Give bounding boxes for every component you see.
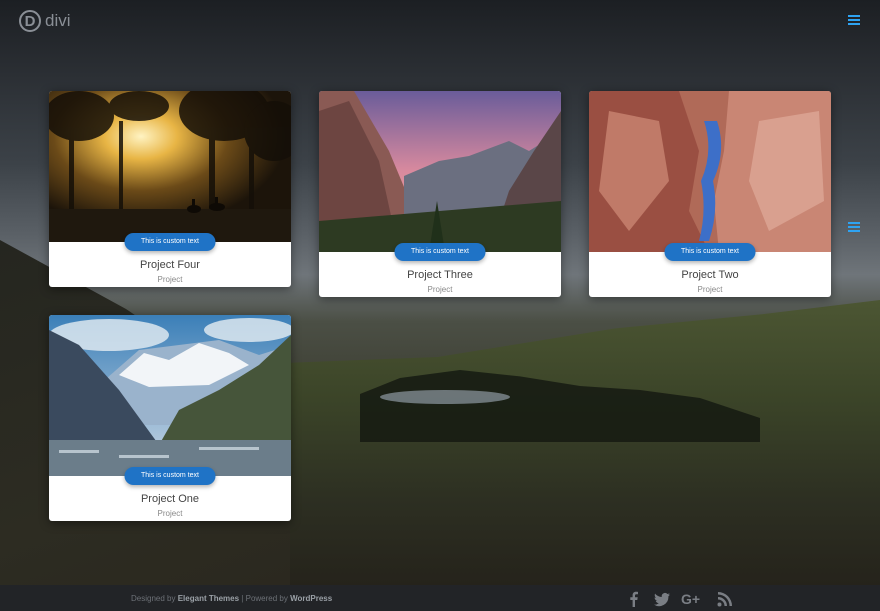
- logo-text: divi: [45, 11, 71, 30]
- background-lake: [380, 390, 510, 404]
- side-menu-icon[interactable]: [848, 222, 860, 232]
- red-rock-canyon-photo[interactable]: [589, 91, 831, 252]
- project-title[interactable]: Project Four: [49, 259, 291, 271]
- project-category[interactable]: Project: [49, 275, 291, 284]
- custom-text-button[interactable]: This is custom text: [394, 243, 486, 261]
- project-title[interactable]: Project Three: [319, 269, 561, 281]
- twitter-icon[interactable]: [654, 591, 670, 607]
- svg-text:G+: G+: [681, 591, 700, 607]
- powered-by-text: | Powered by: [239, 594, 291, 603]
- hamburger-icon[interactable]: [848, 15, 860, 25]
- elegant-themes-link[interactable]: Elegant Themes: [178, 594, 239, 603]
- designed-by-text: Designed by: [131, 594, 176, 603]
- wordpress-link[interactable]: WordPress: [290, 594, 332, 603]
- project-category[interactable]: Project: [49, 509, 291, 518]
- snowy-mountains-photo[interactable]: [49, 315, 291, 476]
- custom-text-button[interactable]: This is custom text: [124, 233, 216, 251]
- google-plus-icon[interactable]: G+: [681, 591, 705, 607]
- custom-text-button[interactable]: This is custom text: [124, 467, 216, 485]
- project-card-four[interactable]: This is custom text Project Four Project: [49, 91, 291, 287]
- mountain-cliffs-photo[interactable]: [319, 91, 561, 252]
- project-category[interactable]: Project: [589, 285, 831, 294]
- facebook-icon[interactable]: [626, 591, 642, 607]
- logo-mark: D: [19, 10, 41, 32]
- site-footer: Designed by Elegant Themes | Powered by …: [0, 585, 880, 611]
- project-card-two[interactable]: This is custom text Project Two Project: [589, 91, 831, 297]
- project-card-one[interactable]: This is custom text Project One Project: [49, 315, 291, 521]
- project-category[interactable]: Project: [319, 285, 561, 294]
- project-title[interactable]: Project One: [49, 493, 291, 505]
- custom-text-button[interactable]: This is custom text: [664, 243, 756, 261]
- rss-icon[interactable]: [717, 591, 733, 607]
- project-card-three[interactable]: This is custom text Project Three Projec…: [319, 91, 561, 297]
- footer-credits: Designed by Elegant Themes | Powered by …: [131, 594, 332, 603]
- site-logo[interactable]: D divi: [19, 10, 71, 32]
- forest-sunrays-photo[interactable]: [49, 91, 291, 242]
- project-title[interactable]: Project Two: [589, 269, 831, 281]
